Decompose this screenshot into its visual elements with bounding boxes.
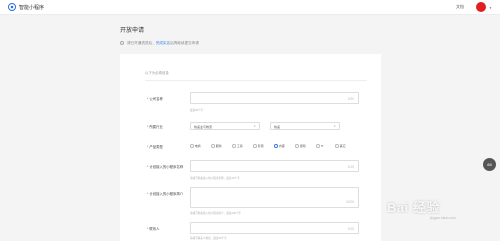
company-name-label-text: 公司名称 [149, 97, 163, 101]
plan-desc-label-text: 计划接入的小程序简介 [149, 192, 184, 196]
company-name-input[interactable]: 0/30 [190, 92, 359, 104]
radio-icon [190, 144, 194, 148]
floating-badge[interactable]: 88 [483, 158, 496, 171]
notice-prefix: 请已开通资质后， [127, 41, 156, 45]
product-type-option-label: 内容 [278, 144, 285, 148]
radio-icon [316, 144, 320, 148]
product-type-option[interactable]: 其它 [335, 144, 346, 148]
industry-label: *所属行业 [147, 125, 163, 129]
radio-icon [211, 144, 215, 148]
contact-input[interactable]: 0/15 [190, 222, 359, 234]
company-name-counter: 0/30 [347, 96, 354, 101]
product-type-option[interactable]: 游戏 [295, 144, 306, 148]
watermark-url: jingyan.baidu.com [430, 216, 456, 220]
plan-name-hint: 请填写准备接入的小程序名称，最多15个字 [190, 177, 240, 180]
plan-name-counter: 0/15 [347, 164, 354, 169]
divider [145, 80, 367, 81]
chevron-down-icon[interactable]: ▼ [489, 6, 492, 10]
plan-desc-textarea[interactable]: 0/200 [190, 187, 359, 208]
product-type-option-label: 影音 [257, 144, 264, 148]
avatar[interactable] [476, 2, 486, 12]
company-name-hint: 最多30个字 [190, 109, 204, 112]
radio-selected-icon [274, 144, 278, 148]
product-type-option-selected[interactable]: 内容 [274, 144, 285, 148]
radio-icon [335, 144, 339, 148]
industry-secondary-value: 快递 [274, 124, 281, 129]
plan-name-label: *计划接入的小程序名称 [147, 165, 184, 169]
industry-secondary-select[interactable]: 快递 ▼ [270, 122, 340, 130]
company-name-label: *公司名称 [147, 97, 163, 101]
chevron-down-icon: ▼ [253, 124, 256, 128]
industry-primary-select[interactable]: 快递业与物流 ▼ [190, 122, 260, 130]
watermark: Bai 经验 [387, 200, 440, 215]
plan-desc-hint: 请填写准备接入的小程序简介，最多200个字 [190, 212, 242, 215]
application-form: 以下为必填信息 *公司名称 0/30 最多30个字 *所属行业 快递业与物流 ▼ … [120, 54, 381, 241]
chevron-down-icon: ▼ [333, 124, 336, 128]
top-bar: 智能小程序 文档 ▼ [0, 0, 500, 15]
industry-primary-value: 快递业与物流 [194, 124, 213, 129]
plan-name-input[interactable]: 0/15 [190, 160, 359, 172]
product-type-option[interactable]: IT [316, 144, 323, 148]
product-type-option-label: 工具 [236, 144, 243, 148]
contact-hint: 请填写联系人姓名，最多15个字 [190, 237, 227, 240]
plan-name-label-text: 计划接入的小程序名称 [149, 165, 184, 169]
plan-desc-counter: 0/200 [346, 200, 354, 204]
product-type-option-label: 服务 [215, 144, 222, 148]
product-type-option[interactable]: 电商 [190, 144, 201, 148]
notice-suffix: 后再继续提交申请 [170, 41, 199, 45]
product-type-option-label: 游戏 [299, 144, 306, 148]
product-type-option-label: 电商 [194, 144, 201, 148]
product-type-option-label: IT [320, 144, 324, 148]
app-name: 智能小程序 [19, 4, 45, 11]
product-type-option[interactable]: 工具 [232, 144, 243, 148]
plan-desc-label: *计划接入的小程序简介 [147, 192, 184, 196]
contact-label: *联系人 [147, 227, 160, 231]
industry-label-text: 所属行业 [149, 125, 163, 129]
radio-icon [232, 144, 236, 148]
doc-link[interactable]: 文档 [456, 4, 464, 10]
product-type-option-label: 其它 [339, 144, 346, 148]
section-title: 以下为必填信息 [145, 71, 169, 75]
contact-label-text: 联系人 [149, 227, 160, 231]
page-title: 开放申请 [120, 28, 145, 34]
product-type-option[interactable]: 服务 [211, 144, 222, 148]
radio-icon [295, 144, 299, 148]
product-type-label: *产品类型 [147, 145, 163, 149]
realname-link[interactable]: 完成实名 [156, 41, 170, 45]
contact-counter: 0/15 [347, 226, 354, 231]
app-logo-icon [8, 3, 16, 11]
info-icon [120, 41, 124, 46]
product-type-label-text: 产品类型 [149, 145, 163, 149]
notice-bar: 请已开通资质后，完成实名后再继续提交申请 [120, 41, 199, 46]
product-type-option[interactable]: 影音 [253, 144, 264, 148]
radio-icon [253, 144, 257, 148]
